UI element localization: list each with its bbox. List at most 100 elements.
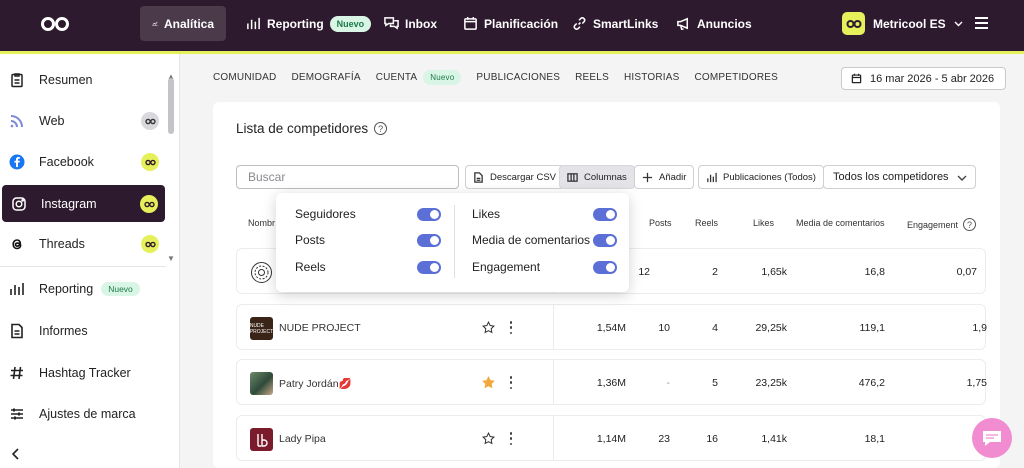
chat-support-button[interactable] — [972, 418, 1012, 458]
nav-reporting[interactable]: Reporting Nuevo — [234, 6, 383, 41]
sidebar-scrollbar[interactable] — [168, 78, 174, 134]
help-icon[interactable]: ? — [374, 122, 388, 135]
nav-analitica[interactable]: Analítica — [140, 6, 226, 41]
column-option-likes[interactable]: Likes — [472, 207, 500, 221]
cell-avg-comments: 16,8 — [864, 266, 885, 278]
more-options-icon[interactable] — [509, 432, 513, 445]
chevron-down-icon — [957, 175, 967, 181]
cell-reels: 2 — [712, 266, 718, 278]
avatar — [250, 372, 273, 395]
sidebar-item-ajustes-de-marca[interactable]: Ajustes de marca — [0, 395, 166, 432]
sidebar-divider — [0, 266, 166, 267]
toggle-seguidores[interactable] — [417, 208, 441, 221]
tab-reels[interactable]: REELS — [575, 72, 609, 83]
star-filled-icon[interactable] — [482, 376, 495, 389]
cell-avg-comments: 18,1 — [864, 433, 885, 445]
tab-demografia[interactable]: DEMOGRAFÍA — [291, 72, 360, 83]
download-csv-button[interactable]: Descargar CSV — [465, 165, 564, 189]
header-likes[interactable]: Likes — [753, 218, 774, 228]
sidebar-item-reporting[interactable]: Reporting Nuevo — [0, 270, 166, 307]
star-outline-icon[interactable] — [482, 321, 495, 334]
table-row[interactable]: Patry Jordán💋 1,36M - 5 23,25k 476,2 1,7… — [236, 359, 987, 405]
connection-badge-icon — [140, 195, 158, 213]
nav-planificacion[interactable]: Planificación — [451, 6, 570, 41]
more-options-icon[interactable] — [509, 376, 513, 389]
bar-chart-icon — [9, 282, 24, 295]
connection-badge-icon — [141, 112, 159, 130]
plus-icon — [642, 172, 653, 182]
table-row[interactable]: NUDE PROJECT NUDE PROJECT 1,54M 10 4 29,… — [236, 304, 987, 350]
bar-chart-icon — [707, 172, 717, 182]
account-avatar — [842, 12, 865, 35]
date-range-picker[interactable]: 16 mar 2026 - 5 abr 2026 — [841, 67, 1006, 90]
cell-engagement: 1,75 — [966, 377, 987, 389]
add-competitor-button[interactable]: Añadir — [634, 165, 695, 189]
toggle-media-de-comentarios[interactable] — [593, 234, 617, 247]
toggle-engagement[interactable] — [593, 261, 617, 274]
cell-avg-comments: 476,2 — [858, 377, 885, 389]
sidebar-item-instagram[interactable]: Instagram — [2, 185, 165, 222]
help-icon[interactable]: ? — [963, 218, 977, 231]
nav-smartlinks[interactable]: SmartLinks — [560, 6, 670, 41]
cell-reels: 16 — [706, 433, 718, 445]
cell-posts: - — [666, 377, 671, 389]
cell-engagement: 0,07 — [956, 266, 977, 278]
sidebar: Resumen Web Facebook Instagram Threads ▲… — [0, 54, 180, 468]
column-option-media-de-comentarios[interactable]: Media de comentarios — [472, 233, 590, 247]
dropdown-divider — [454, 205, 455, 278]
column-option-posts[interactable]: Posts — [295, 233, 325, 247]
more-options-icon[interactable] — [509, 321, 513, 334]
cell-reels: 4 — [712, 322, 718, 334]
sidebar-item-threads[interactable]: Threads — [0, 225, 166, 262]
header-reels[interactable]: Reels — [695, 218, 718, 228]
threads-icon — [11, 238, 21, 249]
star-outline-icon[interactable] — [482, 432, 495, 445]
competitor-name[interactable]: NUDE PROJECT — [279, 322, 361, 334]
header-engagement[interactable]: Engagement ? — [907, 218, 977, 231]
column-option-seguidores[interactable]: Seguidores — [295, 207, 356, 221]
avatar — [250, 428, 273, 451]
tab-cuenta[interactable]: CUENTA Nuevo — [376, 70, 462, 85]
avatar: NUDE PROJECT — [250, 317, 273, 340]
connection-badge-icon — [141, 153, 159, 171]
tab-historias[interactable]: HISTORIAS — [624, 72, 680, 83]
nav-inbox[interactable]: Inbox — [372, 6, 449, 41]
table-row[interactable]: Lady Pipa 1,14M 23 16 1,41k 18,1 0,1 — [236, 415, 987, 461]
sidebar-item-facebook[interactable]: Facebook — [0, 143, 166, 180]
clipboard-icon — [10, 72, 23, 87]
column-option-engagement[interactable]: Engagement — [472, 260, 540, 274]
tab-comunidad[interactable]: COMUNIDAD — [213, 72, 276, 83]
column-option-reels[interactable]: Reels — [295, 260, 326, 274]
collapse-sidebar-chevron-icon[interactable] — [11, 448, 20, 460]
cell-likes: 29,25k — [755, 322, 787, 334]
competitor-name[interactable]: Patry Jordán💋 — [279, 377, 352, 390]
scroll-down-arrow-icon[interactable]: ▼ — [167, 254, 175, 263]
header-posts[interactable]: Posts — [649, 218, 672, 228]
sidebar-item-hashtag-tracker[interactable]: Hashtag Tracker — [0, 354, 166, 391]
sidebar-item-resumen[interactable]: Resumen — [0, 61, 166, 98]
nav-anuncios[interactable]: Anuncios — [664, 6, 764, 41]
sidebar-item-informes[interactable]: Informes — [0, 312, 166, 349]
new-badge: Nuevo — [423, 70, 462, 85]
publications-filter-button[interactable]: Publicaciones (Todos) — [698, 165, 824, 189]
account-switcher[interactable]: Metricool ES — [842, 12, 963, 35]
menu-icon[interactable] — [975, 17, 988, 29]
account-name: Metricool ES — [873, 16, 946, 31]
columns-button[interactable]: Columnas — [559, 165, 635, 189]
header-avg-comments[interactable]: Media de comentarios — [796, 218, 885, 228]
cell-followers: 1,54M — [596, 322, 626, 334]
competitor-name[interactable]: Lady Pipa — [279, 433, 326, 445]
cell-engagement: 1,9 — [972, 322, 987, 334]
search-input[interactable] — [236, 165, 459, 189]
metricool-logo-icon[interactable] — [40, 15, 70, 33]
brand-logo-icon — [256, 433, 268, 447]
competitors-filter-select[interactable]: Todos los competidores — [823, 165, 976, 189]
header-name[interactable]: Nombr — [248, 218, 275, 228]
ring-logo-icon — [251, 262, 272, 283]
toggle-posts[interactable] — [417, 234, 441, 247]
tab-publicaciones[interactable]: PUBLICACIONES — [476, 72, 560, 83]
sidebar-item-web[interactable]: Web — [0, 102, 166, 139]
toggle-reels[interactable] — [417, 261, 441, 274]
tab-competidores[interactable]: COMPETIDORES — [694, 72, 778, 83]
toggle-likes[interactable] — [593, 208, 617, 221]
